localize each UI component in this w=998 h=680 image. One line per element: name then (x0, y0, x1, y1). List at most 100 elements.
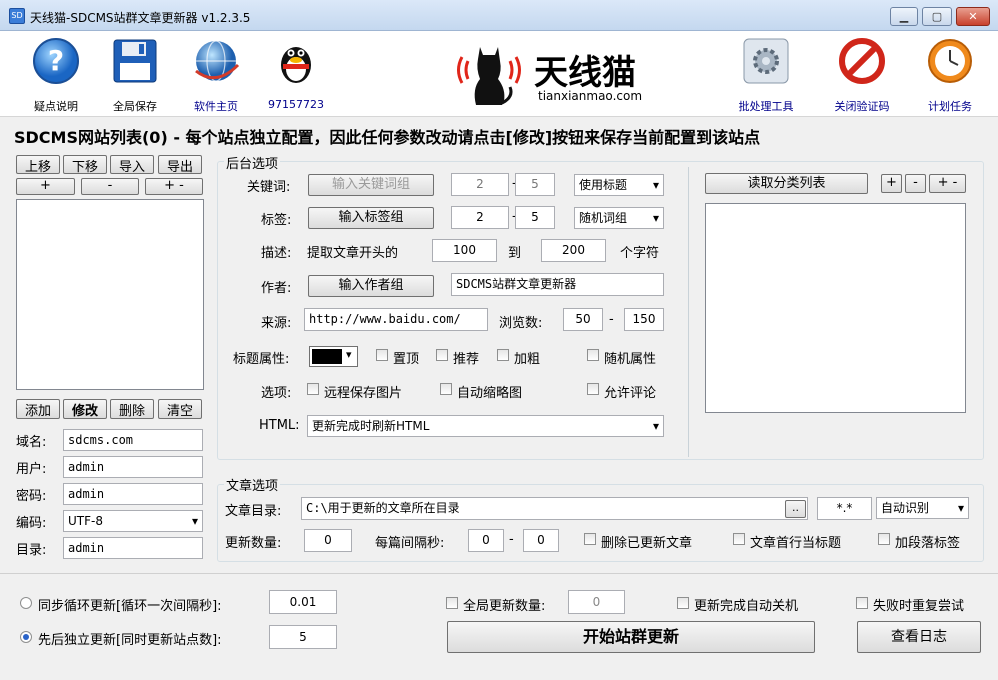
save-all-label: 全局保存 (113, 100, 157, 113)
description-label: 描述: (261, 246, 292, 261)
random-attr-checkbox[interactable] (587, 349, 599, 361)
group-divider (688, 167, 689, 457)
page-title: SDCMS网站列表(0) - 每个站点独立配置，因此任何参数改动请点击[修改]按… (14, 128, 761, 147)
minimize-button[interactable]: ▁ (890, 7, 918, 26)
app-icon: SD (9, 8, 25, 24)
views-dash: - (609, 312, 614, 327)
category-remove-button[interactable]: - (905, 174, 926, 193)
tag-mode-select[interactable]: 随机词组 (574, 207, 664, 229)
tag-min-input[interactable]: 2 (451, 206, 509, 229)
delete-updated-label: 删除已更新文章 (601, 536, 693, 551)
domain-input[interactable]: sdcms.com (63, 429, 203, 451)
encoding-select[interactable]: UTF-8 (63, 510, 203, 532)
keyword-min-input[interactable]: 2 (451, 173, 509, 196)
add-para-tags-checkbox[interactable] (878, 533, 890, 545)
views-max-input[interactable]: 150 (624, 308, 664, 331)
update-count-input[interactable]: 0 (304, 529, 352, 552)
top-label: 置顶 (393, 352, 420, 367)
modify-site-button[interactable]: 修改 (63, 399, 107, 419)
close-captcha-tool[interactable]: 关闭验证码 (826, 35, 898, 114)
description-max-input[interactable]: 200 (541, 239, 606, 262)
password-input[interactable]: admin (63, 483, 203, 505)
description-text: 提取文章开头的 (307, 246, 399, 261)
top-checkbox[interactable] (376, 349, 388, 361)
title-color-picker[interactable]: ▾ (309, 346, 358, 367)
add-site-button[interactable]: 添加 (16, 399, 60, 419)
clear-sites-button[interactable]: 清空 (158, 399, 202, 419)
first-line-title-checkbox[interactable] (733, 533, 745, 545)
site-list[interactable] (16, 199, 204, 390)
interval-min-input[interactable]: 0 (468, 529, 504, 552)
article-dir-input[interactable]: C:\用于更新的文章所在目录 (301, 497, 808, 520)
qq-label: 97157723 (268, 98, 324, 111)
move-down-button[interactable]: 下移 (63, 155, 107, 174)
schedule-tool[interactable]: 计划任务 (914, 35, 986, 114)
directory-label: 目录: (16, 543, 47, 558)
qq-tool[interactable]: 97157723 (260, 35, 332, 111)
move-up-button[interactable]: 上移 (16, 155, 60, 174)
batch-tool[interactable]: 批处理工具 (730, 35, 802, 114)
source-input[interactable]: http://www.baidu.com/ (304, 308, 488, 331)
options-label: 选项: (261, 386, 292, 401)
keyword-group-button[interactable]: 输入关键词组 (308, 174, 434, 196)
html-mode-select[interactable]: 更新完成时刷新HTML (307, 415, 664, 437)
description-unit: 个字符 (620, 246, 660, 261)
start-update-button[interactable]: 开始站群更新 (447, 621, 815, 653)
delete-updated-checkbox[interactable] (584, 533, 596, 545)
maximize-button[interactable]: ▢ (922, 7, 952, 26)
tag-group-button[interactable]: 输入标签组 (308, 207, 434, 229)
sequential-mode-radio[interactable] (20, 631, 32, 643)
source-label: 来源: (261, 316, 292, 331)
help-tool[interactable]: ? 疑点说明 (20, 35, 92, 114)
retry-checkbox[interactable] (856, 597, 868, 609)
description-min-input[interactable]: 100 (432, 239, 497, 262)
home-tool[interactable]: 软件主页 (180, 35, 252, 114)
random-attr-label: 随机属性 (604, 352, 657, 367)
author-group-button[interactable]: 输入作者组 (308, 275, 434, 297)
save-all-tool[interactable]: 全局保存 (99, 35, 171, 114)
global-count-input[interactable]: 0 (568, 590, 625, 614)
qq-penguin-icon (281, 47, 311, 83)
file-ext-input[interactable]: *.* (817, 497, 872, 520)
delete-site-button[interactable]: 删除 (110, 399, 154, 419)
close-button[interactable]: ✕ (956, 7, 990, 26)
category-toggle-button[interactable]: + - (929, 174, 966, 193)
remote-image-checkbox[interactable] (307, 383, 319, 395)
auto-shutdown-checkbox[interactable] (677, 597, 689, 609)
tag-max-input[interactable]: 5 (515, 206, 555, 229)
browse-button[interactable]: .. (785, 500, 806, 518)
bold-checkbox[interactable] (497, 349, 509, 361)
category-add-button[interactable]: + (881, 174, 902, 193)
color-swatch (312, 349, 342, 364)
category-list[interactable] (705, 203, 966, 413)
author-label: 作者: (261, 281, 292, 296)
list-toggle-small-button[interactable]: + - (145, 178, 203, 195)
interval-max-input[interactable]: 0 (523, 529, 559, 552)
global-count-checkbox[interactable] (446, 597, 458, 609)
clock-icon (928, 39, 972, 83)
user-input[interactable]: admin (63, 456, 203, 478)
keyword-mode-select[interactable]: 使用标题 (574, 174, 664, 196)
directory-input[interactable]: admin (63, 537, 203, 559)
import-button[interactable]: 导入 (110, 155, 154, 174)
list-remove-small-button[interactable]: - (81, 178, 139, 195)
view-log-button[interactable]: 查看日志 (857, 621, 981, 653)
interval-label: 每篇间隔秒: (375, 536, 445, 551)
article-encoding-select[interactable]: 自动识别 (876, 497, 969, 519)
export-button[interactable]: 导出 (158, 155, 202, 174)
sync-mode-label: 同步循环更新[循环一次间隔秒]: (38, 599, 222, 614)
sync-interval-input[interactable]: 0.01 (269, 590, 337, 614)
floppy-disk-icon (113, 39, 157, 83)
keyword-max-input[interactable]: 5 (515, 173, 555, 196)
first-line-title-label: 文章首行当标题 (750, 536, 842, 551)
concurrent-sites-input[interactable]: 5 (269, 625, 337, 649)
recommend-checkbox[interactable] (436, 349, 448, 361)
read-category-button[interactable]: 读取分类列表 (705, 173, 868, 194)
help-label: 疑点说明 (34, 100, 78, 113)
author-input[interactable]: SDCMS站群文章更新器 (451, 273, 664, 296)
auto-thumb-checkbox[interactable] (440, 383, 452, 395)
list-add-small-button[interactable]: + (16, 178, 75, 195)
sync-mode-radio[interactable] (20, 597, 32, 609)
views-min-input[interactable]: 50 (563, 308, 603, 331)
allow-comment-checkbox[interactable] (587, 383, 599, 395)
